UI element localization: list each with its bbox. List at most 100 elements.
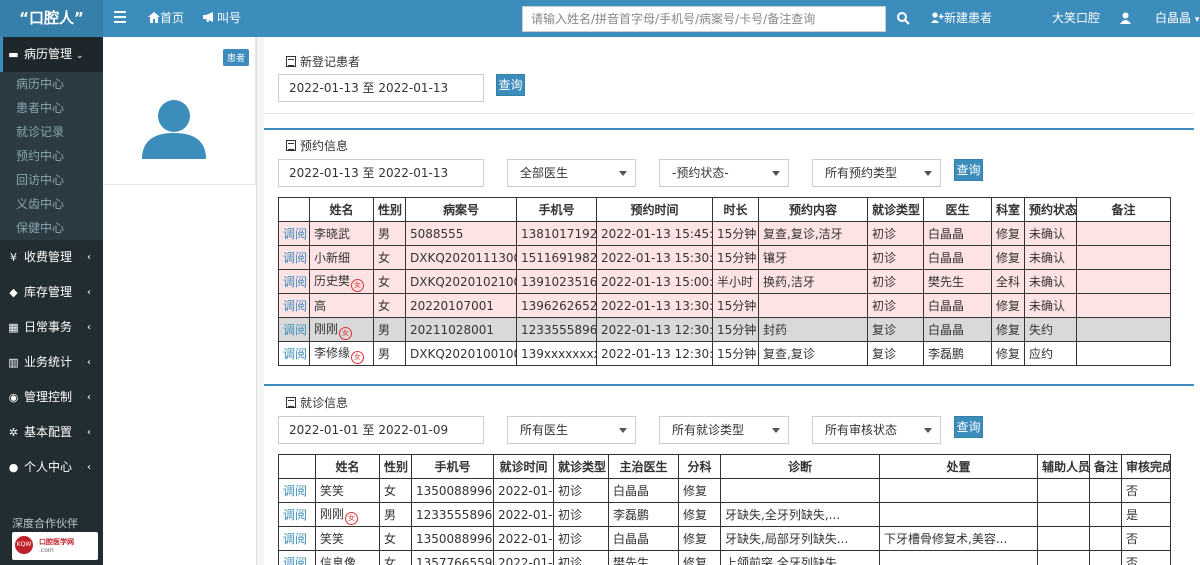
sidebar-menu-admin-label: 管理控制: [24, 390, 73, 404]
sidebar-subitem-followup[interactable]: 回访中心: [0, 168, 103, 192]
patient-tag[interactable]: 患者: [222, 49, 249, 66]
table-cell: 12335558968: [411, 502, 494, 527]
sidebar-menu-inventory[interactable]: ◆ 库存管理 ‹: [0, 275, 103, 310]
sidebar-menu-records[interactable]: ▬ 病历管理 ⌄: [0, 37, 103, 72]
sidebar-subitem-appointments[interactable]: 预约中心: [0, 144, 103, 168]
sidebar-menu-stats[interactable]: ▥ 业务统计 ‹: [0, 345, 103, 380]
view-record-link[interactable]: 调阅: [278, 341, 310, 366]
table-row[interactable]: 调阅历史樊女女DXKQ20201021002139102351692022-01…: [278, 269, 1171, 294]
avatar-icon: [142, 100, 206, 159]
cubes-icon: ◆: [9, 286, 18, 299]
view-record-link[interactable]: 调阅: [278, 269, 310, 294]
chevron-left-icon: ‹: [87, 322, 91, 333]
user-menu[interactable]: 白晶晶 ▾: [1155, 0, 1199, 37]
cell-text: 复查,复诊: [763, 347, 815, 361]
app-brand[interactable]: “口腔人”: [0, 0, 103, 37]
table-row[interactable]: 调阅 信息像 女 13577665599 2022-01-07 初诊 樊先生 修复 上颌前突,全…: [278, 550, 1171, 565]
table-cell: 是: [1121, 502, 1171, 527]
appointment-type-select[interactable]: 所有预约类型: [812, 159, 941, 187]
column-header: 处置: [879, 454, 1038, 479]
sidebar-subitem-healthcare[interactable]: 保健中心: [0, 216, 103, 240]
sidebar-menu-admin[interactable]: ◉ 管理控制 ‹: [0, 380, 103, 415]
menu-toggle-icon[interactable]: [114, 11, 126, 23]
table-cell: 下牙槽骨修复术,美容...: [879, 526, 1038, 551]
view-record-link[interactable]: 调阅: [278, 317, 310, 342]
new-patient-button[interactable]: 新建患者: [931, 0, 992, 37]
cell-text: 镶牙: [763, 251, 788, 265]
visit-date-range[interactable]: 2022-01-01 至 2022-01-09: [278, 416, 484, 444]
cell-text: 2022-01-13 12:30:00: [601, 322, 713, 337]
table-cell: 修复: [678, 550, 721, 565]
cell-text: 调阅: [283, 508, 308, 522]
column-header: 就诊时间: [493, 454, 554, 479]
appointment-status-select[interactable]: -预约状态-: [659, 159, 789, 187]
cell-text: 13500889966: [416, 483, 494, 498]
table-row[interactable]: 调阅李晓武 男 5088555 13810171928 2022-01-13 15:45…: [278, 221, 1171, 246]
partner-logo[interactable]: KQW 口腔医学网 .com: [12, 532, 98, 560]
appointment-doctor-select[interactable]: 全部医生: [507, 159, 636, 187]
nav-home-label: 首页: [160, 11, 185, 25]
view-record-link[interactable]: 调阅: [278, 550, 316, 565]
sidebar-menu-personal[interactable]: ● 个人中心 ‹: [0, 450, 103, 485]
view-record-link[interactable]: 调阅: [278, 502, 316, 527]
table-row[interactable]: 调阅小新细 女 DXKQ20201113001 15116919821 2022-01-…: [278, 245, 1171, 270]
visit-type-select[interactable]: 所有就诊类型: [659, 416, 789, 444]
cell-text: 初诊: [558, 484, 583, 498]
nav-call[interactable]: 叫号: [203, 0, 241, 37]
table-cell: 2022-01-13 12:30:00: [596, 341, 713, 366]
table-cell: 信息像: [315, 550, 380, 565]
column-header: 主治医生: [608, 454, 679, 479]
table-cell: [1076, 269, 1171, 294]
table-row[interactable]: 调阅刚刚女男123355589682022-01-08初诊李磊鹏修复牙缺失,全牙…: [278, 502, 1171, 527]
table-row[interactable]: 调阅李修缘女男 DXKQ20201001001 139xxxxxxxx 2022-01…: [278, 341, 1171, 366]
sidebar-menu-daily[interactable]: ▦ 日常事务 ‹: [0, 310, 103, 345]
sidebar-subitem-patient-center[interactable]: 患者中心: [0, 96, 103, 120]
table-cell: 白晶晶: [608, 478, 679, 503]
sidebar-menu-inventory-label: 库存管理: [24, 285, 73, 299]
appointment-section-border: [264, 128, 1194, 130]
view-record-link[interactable]: 调阅: [278, 221, 310, 246]
table-cell: [1037, 526, 1090, 551]
dropdown-arrow-icon: [619, 171, 627, 176]
table-cell: 修复: [991, 317, 1025, 342]
visit-doctor-select[interactable]: 所有医生: [507, 416, 636, 444]
view-record-link[interactable]: 调阅: [278, 478, 316, 503]
clinic-name[interactable]: 大笑口腔: [1052, 0, 1100, 37]
table-cell: 初诊: [553, 550, 609, 565]
cell-text: 139xxxxxxxx: [521, 346, 597, 361]
table-cell: 李晓武: [309, 221, 374, 246]
table-cell: [1076, 221, 1171, 246]
view-record-link[interactable]: 调阅: [278, 293, 310, 318]
sidebar-menu-billing[interactable]: ¥ 收费管理 ‹: [0, 240, 103, 275]
table-row[interactable]: 调阅笑笑 女 13500889966 2022-01-08 初诊 白晶晶 修复 否: [278, 478, 1171, 503]
table-cell: [1037, 550, 1090, 565]
column-header: 诊断: [720, 454, 880, 479]
view-record-link[interactable]: 调阅: [278, 526, 316, 551]
table-cell: [1089, 526, 1122, 551]
column-header: 预约时间: [596, 197, 713, 222]
search-icon[interactable]: [897, 12, 910, 25]
appointment-date-range[interactable]: 2022-01-13 至 2022-01-13: [278, 159, 484, 187]
table-row[interactable]: 调阅高 女 20220107001 13962626527 2022-01-13 13:…: [278, 293, 1171, 318]
table-row[interactable]: 调阅刚刚女男20211028001123355589682022-01-13 1…: [278, 317, 1171, 342]
table-cell: 13577665599: [411, 550, 494, 565]
sidebar-menu-config[interactable]: ✲ 基本配置 ‹: [0, 415, 103, 450]
appointment-query-button[interactable]: 查询: [954, 159, 983, 181]
nav-home[interactable]: 首页: [148, 0, 184, 37]
user-icon[interactable]: [1120, 12, 1131, 24]
visit-query-button[interactable]: 查询: [954, 416, 983, 438]
cell-text: 2022-01-13 15:30:00: [601, 250, 713, 265]
new-reg-date-range[interactable]: 2022-01-13 至 2022-01-13: [278, 74, 484, 102]
view-record-link[interactable]: 调阅: [278, 245, 310, 270]
table-row[interactable]: 调阅笑笑 女 13500889966 2022-01-08 初诊 白晶晶 修复 牙缺失,局部牙…: [278, 526, 1171, 551]
new-reg-query-button[interactable]: 查询: [496, 74, 525, 96]
yen-icon: ¥: [10, 251, 17, 264]
sidebar-subitem-record-center[interactable]: 病历中心: [0, 72, 103, 96]
global-search-input[interactable]: [522, 6, 886, 32]
table-cell: 未确认: [1024, 293, 1077, 318]
sidebar-menu-stats-label: 业务统计: [24, 355, 73, 369]
sidebar-subitem-denture[interactable]: 义齿中心: [0, 192, 103, 216]
sidebar-subitem-visit-records[interactable]: 就诊记录: [0, 120, 103, 144]
cell-text: 白晶晶: [613, 532, 650, 546]
visit-audit-select[interactable]: 所有审核状态: [812, 416, 941, 444]
